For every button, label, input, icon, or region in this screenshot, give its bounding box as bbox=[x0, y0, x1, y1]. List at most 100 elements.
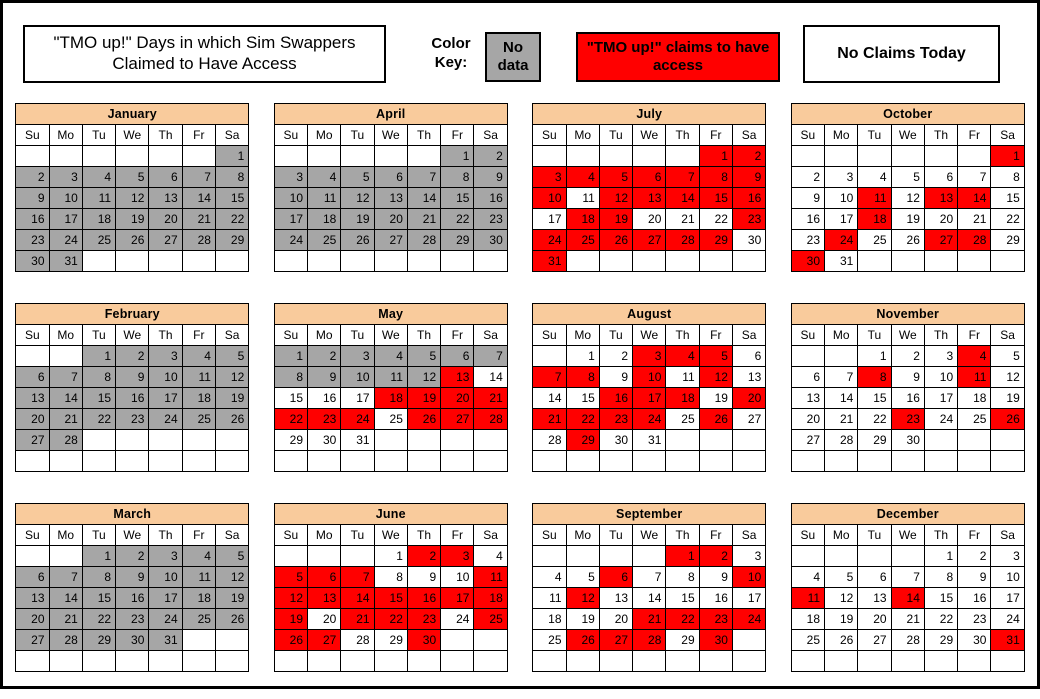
day-cell[interactable]: 28 bbox=[48, 429, 83, 451]
day-cell[interactable]: 5 bbox=[565, 566, 600, 588]
day-cell[interactable]: 13 bbox=[632, 187, 667, 209]
day-cell[interactable]: 19 bbox=[698, 387, 733, 409]
day-cell[interactable]: 10 bbox=[824, 187, 859, 209]
day-cell[interactable]: 23 bbox=[473, 208, 508, 230]
day-cell[interactable]: 25 bbox=[857, 229, 892, 251]
day-cell[interactable]: 29 bbox=[440, 229, 475, 251]
day-cell[interactable]: 21 bbox=[665, 208, 700, 230]
day-cell[interactable]: 11 bbox=[473, 566, 508, 588]
day-cell[interactable]: 15 bbox=[214, 187, 250, 209]
day-cell[interactable]: 19 bbox=[598, 208, 634, 230]
day-cell[interactable]: 26 bbox=[890, 229, 925, 251]
day-cell[interactable]: 26 bbox=[565, 629, 600, 651]
day-cell[interactable]: 2 bbox=[115, 345, 150, 367]
day-cell[interactable]: 24 bbox=[273, 229, 309, 251]
day-cell[interactable]: 16 bbox=[790, 208, 826, 230]
day-cell[interactable]: 7 bbox=[181, 166, 216, 188]
day-cell[interactable]: 20 bbox=[632, 208, 667, 230]
day-cell[interactable]: 29 bbox=[698, 229, 733, 251]
day-cell[interactable]: 24 bbox=[148, 408, 183, 430]
day-cell[interactable]: 11 bbox=[565, 187, 600, 209]
day-cell[interactable]: 20 bbox=[440, 387, 475, 409]
day-cell[interactable]: 25 bbox=[81, 229, 117, 251]
day-cell[interactable]: 17 bbox=[824, 208, 859, 230]
day-cell[interactable]: 6 bbox=[598, 566, 634, 588]
day-cell[interactable]: 20 bbox=[857, 608, 892, 630]
day-cell[interactable]: 24 bbox=[632, 408, 667, 430]
day-cell[interactable]: 14 bbox=[957, 187, 992, 209]
day-cell[interactable]: 30 bbox=[790, 250, 826, 272]
day-cell[interactable]: 4 bbox=[181, 345, 216, 367]
day-cell[interactable]: 23 bbox=[307, 408, 342, 430]
day-cell[interactable]: 17 bbox=[532, 208, 567, 230]
day-cell[interactable]: 31 bbox=[990, 629, 1025, 651]
day-cell[interactable]: 11 bbox=[665, 366, 700, 388]
day-cell[interactable]: 21 bbox=[532, 408, 567, 430]
day-cell[interactable]: 12 bbox=[990, 366, 1025, 388]
day-cell[interactable]: 13 bbox=[790, 387, 826, 409]
day-cell[interactable]: 19 bbox=[214, 387, 250, 409]
day-cell[interactable]: 13 bbox=[148, 187, 183, 209]
day-cell[interactable]: 13 bbox=[373, 187, 408, 209]
day-cell[interactable]: 7 bbox=[957, 166, 992, 188]
day-cell[interactable]: 2 bbox=[15, 166, 50, 188]
day-cell[interactable]: 3 bbox=[990, 545, 1025, 567]
day-cell[interactable]: 4 bbox=[307, 166, 342, 188]
day-cell[interactable]: 16 bbox=[115, 387, 150, 409]
day-cell[interactable]: 11 bbox=[181, 366, 216, 388]
day-cell[interactable]: 16 bbox=[890, 387, 925, 409]
day-cell[interactable]: 16 bbox=[115, 587, 150, 609]
day-cell[interactable]: 6 bbox=[148, 166, 183, 188]
day-cell[interactable]: 19 bbox=[214, 587, 250, 609]
day-cell[interactable]: 26 bbox=[214, 608, 250, 630]
day-cell[interactable]: 30 bbox=[731, 229, 767, 251]
day-cell[interactable]: 6 bbox=[373, 166, 408, 188]
day-cell[interactable]: 8 bbox=[923, 566, 959, 588]
day-cell[interactable]: 14 bbox=[473, 366, 508, 388]
day-cell[interactable]: 29 bbox=[665, 629, 700, 651]
day-cell[interactable]: 11 bbox=[81, 187, 117, 209]
day-cell[interactable]: 7 bbox=[406, 166, 442, 188]
day-cell[interactable]: 24 bbox=[824, 229, 859, 251]
day-cell[interactable]: 31 bbox=[148, 629, 183, 651]
day-cell[interactable]: 29 bbox=[923, 629, 959, 651]
day-cell[interactable]: 6 bbox=[15, 566, 50, 588]
day-cell[interactable]: 3 bbox=[340, 345, 375, 367]
day-cell[interactable]: 10 bbox=[632, 366, 667, 388]
day-cell[interactable]: 27 bbox=[598, 629, 634, 651]
day-cell[interactable]: 2 bbox=[115, 545, 150, 567]
day-cell[interactable]: 25 bbox=[181, 408, 216, 430]
day-cell[interactable]: 3 bbox=[148, 545, 183, 567]
day-cell[interactable]: 10 bbox=[340, 366, 375, 388]
day-cell[interactable]: 13 bbox=[440, 366, 475, 388]
day-cell[interactable]: 9 bbox=[598, 366, 634, 388]
day-cell[interactable]: 9 bbox=[307, 366, 342, 388]
day-cell[interactable]: 18 bbox=[790, 608, 826, 630]
day-cell[interactable]: 16 bbox=[957, 587, 992, 609]
day-cell[interactable]: 27 bbox=[307, 629, 342, 651]
day-cell[interactable]: 29 bbox=[857, 429, 892, 451]
day-cell[interactable]: 18 bbox=[181, 387, 216, 409]
day-cell[interactable]: 24 bbox=[440, 608, 475, 630]
day-cell[interactable]: 13 bbox=[923, 187, 959, 209]
day-cell[interactable]: 20 bbox=[148, 208, 183, 230]
day-cell[interactable]: 6 bbox=[923, 166, 959, 188]
day-cell[interactable]: 20 bbox=[15, 408, 50, 430]
day-cell[interactable]: 5 bbox=[214, 545, 250, 567]
day-cell[interactable]: 28 bbox=[824, 429, 859, 451]
day-cell[interactable]: 3 bbox=[632, 345, 667, 367]
day-cell[interactable]: 19 bbox=[890, 208, 925, 230]
day-cell[interactable]: 7 bbox=[48, 366, 83, 388]
day-cell[interactable]: 27 bbox=[790, 429, 826, 451]
day-cell[interactable]: 11 bbox=[957, 366, 992, 388]
day-cell[interactable]: 1 bbox=[857, 345, 892, 367]
day-cell[interactable]: 15 bbox=[857, 387, 892, 409]
day-cell[interactable]: 30 bbox=[307, 429, 342, 451]
day-cell[interactable]: 20 bbox=[373, 208, 408, 230]
day-cell[interactable]: 1 bbox=[990, 145, 1025, 167]
day-cell[interactable]: 31 bbox=[532, 250, 567, 272]
day-cell[interactable]: 3 bbox=[824, 166, 859, 188]
day-cell[interactable]: 20 bbox=[731, 387, 767, 409]
day-cell[interactable]: 17 bbox=[731, 587, 767, 609]
day-cell[interactable]: 2 bbox=[307, 345, 342, 367]
